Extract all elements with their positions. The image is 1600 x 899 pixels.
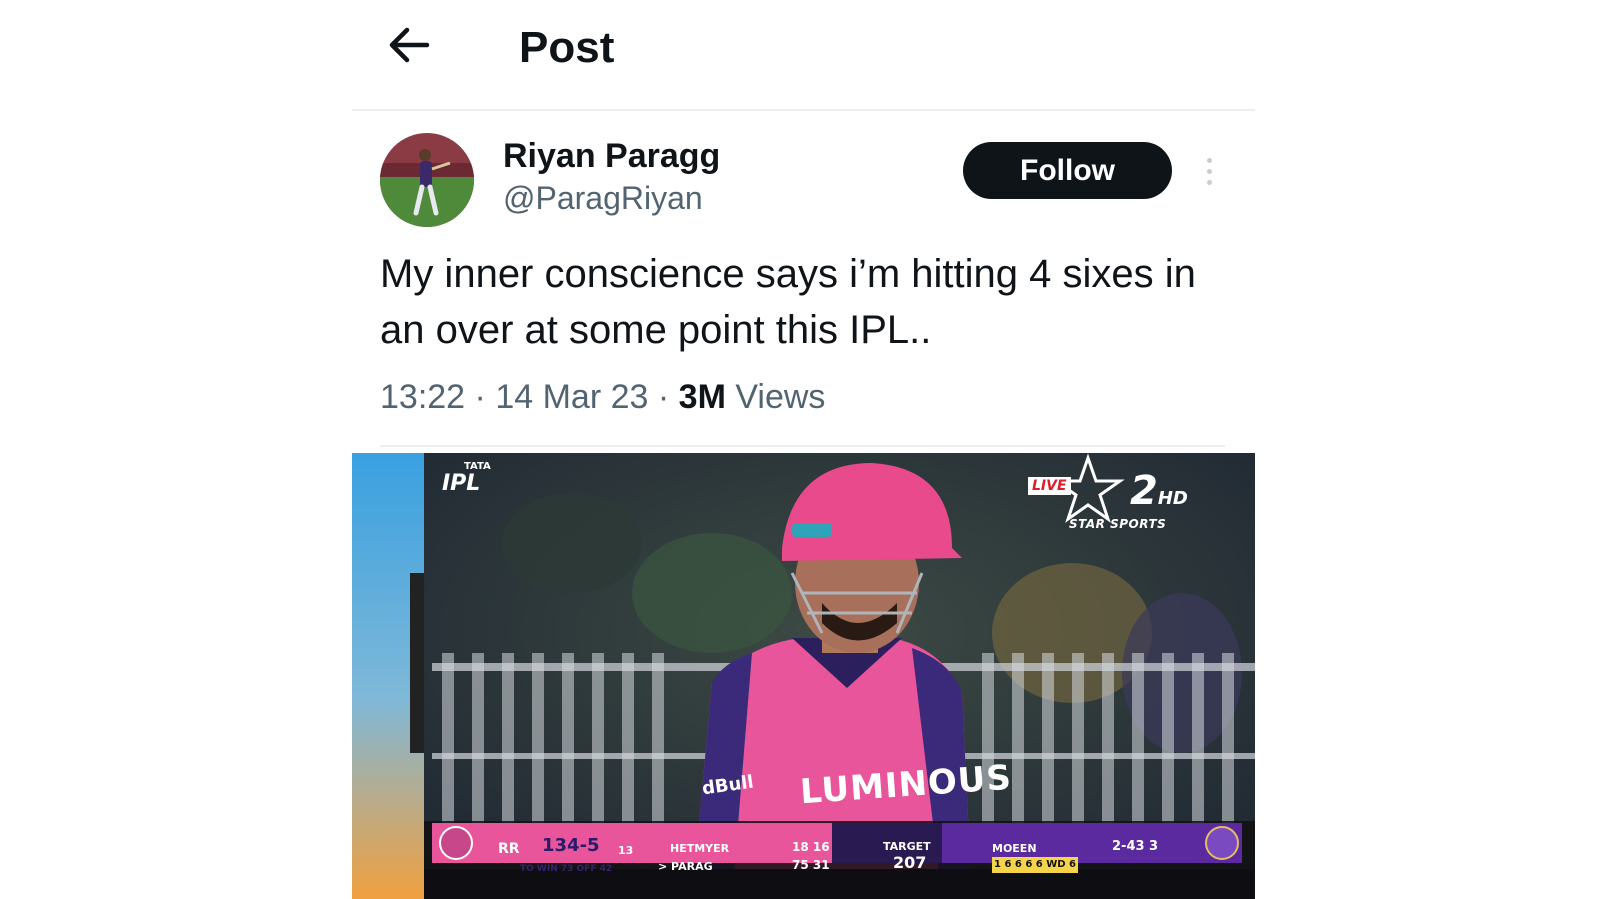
- page-title: Post: [519, 23, 615, 72]
- scoreboard-batter-2: > PARAG: [658, 860, 713, 873]
- post-meta: 13:22 · 14 Mar 23 · 3M Views: [380, 378, 826, 416]
- top-bar: Post: [0, 0, 1600, 108]
- views-label: Views: [735, 378, 826, 416]
- scoreboard-team: RR: [498, 841, 520, 857]
- user-handle[interactable]: @ParagRiyan: [503, 176, 703, 220]
- scoreboard-batter-1: HETMYER: [670, 842, 730, 855]
- scoreboard-score: 134-5: [542, 835, 600, 856]
- more-vertical-icon: [1206, 157, 1212, 163]
- scoreboard-bowler: MOEEN: [992, 842, 1037, 855]
- post-media-image[interactable]: TATA IPL LIVE 2HD STAR SPORTS LUMINOUS d…: [352, 453, 1255, 899]
- more-options-button[interactable]: [1194, 150, 1224, 192]
- channel-logo: 2HD: [1130, 468, 1188, 514]
- follow-button[interactable]: Follow: [963, 142, 1172, 199]
- post-date[interactable]: 14 Mar 23: [495, 378, 648, 416]
- scoreboard-overs: 13: [618, 844, 634, 857]
- scoreboard-over-balls: 1 6 6 6 6 WD 6: [992, 857, 1078, 873]
- avatar[interactable]: [380, 133, 474, 227]
- arrow-left-icon: [389, 27, 430, 63]
- display-name[interactable]: Riyan Paragg: [503, 134, 720, 178]
- avatar-image: [380, 133, 474, 227]
- views-count: 3M: [678, 378, 726, 416]
- divider: [352, 109, 1255, 111]
- back-button[interactable]: [382, 18, 436, 72]
- network-name: STAR SPORTS: [1069, 517, 1167, 531]
- scoreboard-equation: TO WIN 73 OFF 42: [520, 864, 613, 874]
- divider: [380, 445, 1225, 447]
- post-time[interactable]: 13:22: [380, 378, 465, 416]
- scoreboard-bowler-figures: 2-43 3: [1112, 839, 1159, 854]
- post-text: My inner conscience says i’m hitting 4 s…: [380, 252, 1196, 352]
- live-badge: LIVE: [1028, 477, 1071, 495]
- ipl-logo: TATA IPL: [442, 461, 491, 496]
- scoreboard-batter-1-runs: 18 16: [792, 840, 830, 854]
- scoreboard-target: 207: [893, 853, 927, 872]
- scoreboard-batter-2-runs: 75 31: [792, 858, 830, 872]
